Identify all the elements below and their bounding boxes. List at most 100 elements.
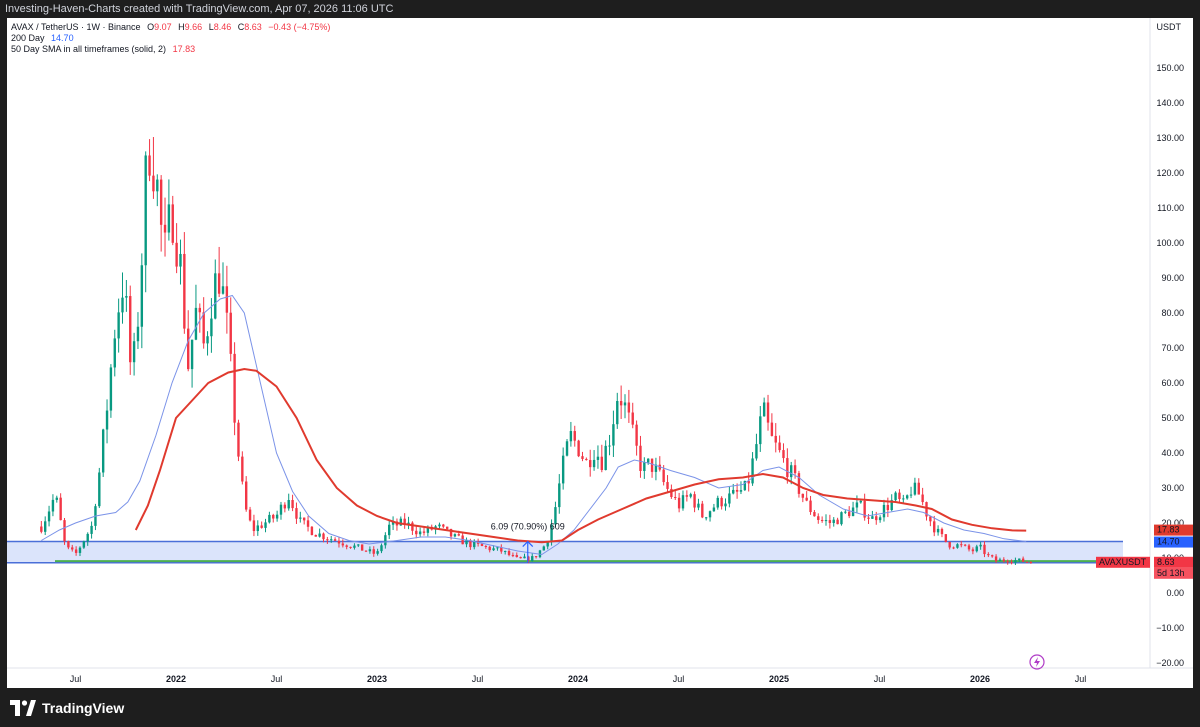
candle-down — [337, 540, 341, 544]
candle-down — [1021, 558, 1025, 562]
price-label-sma50: 17.83 — [1157, 525, 1180, 535]
candle-up — [732, 489, 735, 494]
candle-down — [577, 440, 580, 457]
candle-down — [515, 555, 518, 558]
footer: TradingView — [0, 688, 1200, 727]
legend-low-value: 8.46 — [213, 22, 232, 32]
candle-down — [67, 541, 70, 548]
x-tick-label: 2026 — [970, 674, 990, 684]
candle-up — [47, 511, 51, 522]
candle-down — [963, 544, 967, 546]
lightning-icon — [1029, 654, 1045, 670]
legend-sma50-row[interactable]: 50 Day SMA in all timeframes (solid, 2) … — [11, 44, 330, 55]
candle-up — [167, 204, 171, 233]
range-zone — [7, 541, 1123, 563]
candle-up — [357, 544, 360, 546]
candle-down — [183, 253, 186, 329]
candle-down — [415, 530, 418, 535]
candle-down — [898, 492, 901, 499]
price-chart[interactable]: −20.00−10.000.0010.0020.0030.0040.0050.0… — [7, 18, 1193, 688]
candle-down — [685, 495, 689, 497]
lightning-icon-bolt — [1034, 657, 1040, 667]
candle-up — [384, 535, 387, 546]
candle-down — [801, 493, 805, 498]
y-tick-label: 80.00 — [1161, 308, 1184, 318]
caption-text: Investing-Haven-Charts created with Trad… — [5, 3, 394, 15]
candle-up — [264, 522, 267, 528]
candle-up — [739, 490, 743, 492]
x-tick-label: 2022 — [166, 674, 186, 684]
tradingview-brand: TradingView — [42, 699, 125, 716]
chart-area[interactable]: −20.00−10.000.0010.0020.0030.0040.0050.0… — [7, 18, 1193, 688]
candle-up — [592, 459, 596, 468]
candle-up — [330, 539, 333, 541]
candle-down — [693, 494, 696, 508]
price-label-last: 8.63 — [1157, 557, 1175, 567]
candle-up — [418, 531, 422, 535]
candle-up — [956, 544, 959, 548]
y-tick-label: −20.00 — [1156, 658, 1184, 668]
candle-up — [121, 297, 124, 313]
legend-sma200-label: 200 Day — [11, 33, 45, 43]
candle-up — [90, 525, 93, 534]
candle-up — [902, 498, 905, 500]
x-tick-label: Jul — [1075, 674, 1087, 684]
y-tick-label: 100.00 — [1156, 238, 1184, 248]
candle-down — [488, 546, 491, 551]
candle-up — [565, 441, 569, 456]
candle-up — [368, 549, 372, 552]
candle-down — [786, 458, 789, 478]
candle-down — [333, 539, 337, 541]
legend-symbol[interactable]: AVAX / TetherUS · 1W · Binance — [11, 22, 141, 32]
candle-up — [190, 339, 194, 370]
candle-down — [364, 550, 368, 552]
candle-down — [198, 307, 202, 313]
candle-down — [639, 445, 642, 471]
candle-up — [859, 500, 862, 503]
candle-down — [202, 312, 205, 344]
candle-down — [674, 496, 677, 498]
candle-down — [252, 520, 256, 532]
candle-down — [345, 545, 348, 547]
candle-down — [1010, 562, 1013, 564]
candle-down — [306, 520, 310, 527]
candle-down — [589, 460, 592, 468]
candle-down — [952, 547, 955, 549]
y-tick-label: 50.00 — [1161, 413, 1184, 423]
candle-down — [229, 312, 232, 354]
candle-up — [318, 533, 321, 537]
candle-down — [650, 458, 654, 472]
x-tick-label: 2025 — [769, 674, 789, 684]
candle-down — [797, 473, 801, 494]
candle-up — [905, 495, 909, 499]
candle-up — [144, 155, 147, 266]
tradingview-logo[interactable]: TradingView — [10, 699, 125, 716]
legend-sma200-row[interactable]: 200 Day 14.70 — [11, 33, 330, 44]
candle-up — [871, 516, 874, 519]
candle-up — [704, 517, 708, 519]
candle-down — [991, 555, 994, 557]
candle-down — [422, 531, 426, 533]
y-tick-label: 150.00 — [1156, 63, 1184, 73]
candle-down — [148, 155, 151, 176]
candle-up — [113, 338, 116, 368]
candle-down — [971, 549, 975, 552]
candle-down — [302, 517, 306, 521]
candle-down — [484, 546, 488, 548]
candle-down — [326, 539, 329, 541]
candle-down — [778, 442, 781, 451]
candle-down — [63, 520, 66, 542]
candle-down — [59, 497, 62, 521]
candle-down — [921, 494, 924, 503]
legend-change: −0.43 (−4.75%) — [268, 22, 331, 32]
candle-down — [1002, 559, 1006, 562]
candle-up — [596, 456, 600, 460]
candle-up — [790, 465, 793, 478]
candle-down — [677, 497, 681, 509]
candle-up — [117, 312, 120, 339]
candle-down — [782, 450, 785, 459]
candle-down — [875, 516, 878, 521]
candle-up — [55, 497, 58, 500]
candle-up — [542, 546, 546, 551]
legend-open-value: 9.07 — [154, 22, 172, 32]
